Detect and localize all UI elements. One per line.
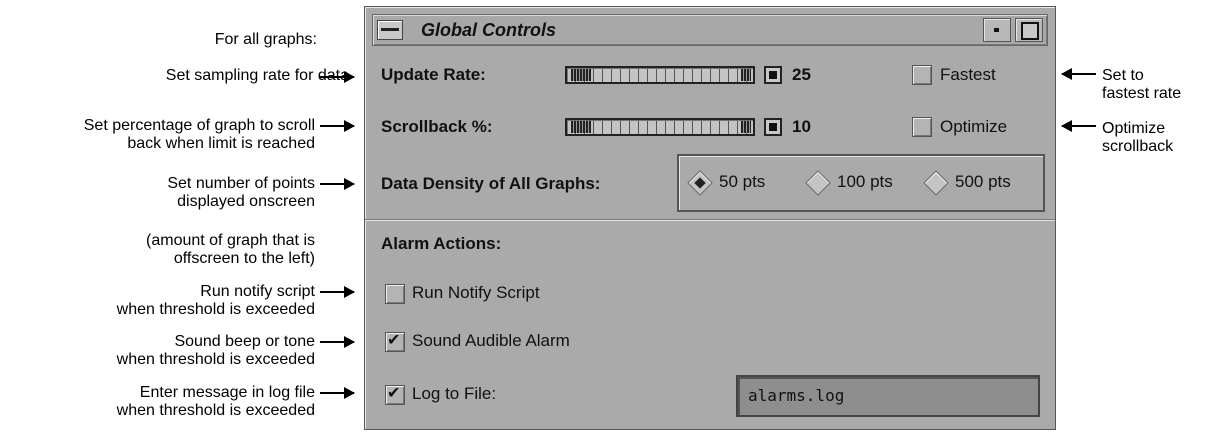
update-rate-label: Update Rate: bbox=[381, 65, 486, 84]
callout-run-notify: Run notify script when threshold is exce… bbox=[116, 283, 315, 318]
run-notify-label[interactable]: Run Notify Script bbox=[412, 283, 540, 303]
density-option-50[interactable]: 50 pts bbox=[719, 172, 765, 192]
log-to-file-label[interactable]: Log to File: bbox=[412, 384, 496, 404]
sound-alarm-label[interactable]: Sound Audible Alarm bbox=[412, 331, 570, 351]
callout-scrollback: Set percentage of graph to scroll back w… bbox=[83, 117, 315, 152]
update-rate-slider[interactable] bbox=[565, 66, 755, 84]
callout-log-file: Enter message in log file when threshold… bbox=[116, 384, 315, 419]
callout-offscreen-note: (amount of graph that is offscreen to th… bbox=[146, 232, 315, 267]
maximize-icon[interactable] bbox=[1015, 18, 1043, 42]
optimize-checkbox[interactable] bbox=[912, 117, 932, 137]
alarm-actions-header: Alarm Actions: bbox=[381, 234, 502, 253]
window-menu-icon[interactable] bbox=[377, 20, 403, 40]
title-bar[interactable]: Global Controls bbox=[372, 14, 1048, 46]
scrollback-label: Scrollback %: bbox=[381, 117, 493, 136]
arrow-data-density bbox=[320, 178, 355, 190]
sound-alarm-checkbox[interactable] bbox=[385, 330, 405, 352]
minimize-icon[interactable] bbox=[983, 18, 1011, 42]
density-option-100[interactable]: 100 pts bbox=[837, 172, 893, 192]
callout-fastest: Set to fastest rate bbox=[1102, 67, 1182, 102]
fastest-label[interactable]: Fastest bbox=[940, 65, 996, 85]
section-divider bbox=[365, 219, 1055, 221]
scrollback-slider[interactable] bbox=[565, 118, 755, 136]
log-filename-field-frame bbox=[736, 375, 1040, 417]
arrow-sound-alarm bbox=[320, 336, 355, 348]
scrollback-slider-thumb[interactable] bbox=[571, 121, 591, 133]
log-filename-input[interactable] bbox=[748, 385, 1028, 405]
density-option-500[interactable]: 500 pts bbox=[955, 172, 1011, 192]
scrollback-spin-button[interactable] bbox=[764, 118, 782, 136]
update-rate-value: 25 bbox=[792, 65, 811, 84]
run-notify-checkbox[interactable] bbox=[385, 284, 405, 304]
arrow-run-notify bbox=[320, 286, 355, 298]
arrow-scrollback bbox=[320, 120, 355, 132]
data-density-label: Data Density of All Graphs: bbox=[381, 174, 601, 193]
fastest-checkbox[interactable] bbox=[912, 65, 932, 85]
scrollback-value: 10 bbox=[792, 117, 811, 136]
optimize-label[interactable]: Optimize bbox=[940, 117, 1007, 137]
callout-optimize: Optimize scrollback bbox=[1102, 120, 1174, 155]
log-to-file-checkbox[interactable] bbox=[385, 383, 405, 405]
update-rate-spin-button[interactable] bbox=[764, 66, 782, 84]
callout-sound-alarm: Sound beep or tone when threshold is exc… bbox=[116, 333, 315, 368]
density-100-radio-icon[interactable] bbox=[805, 170, 831, 196]
arrow-log-file bbox=[320, 387, 355, 399]
update-rate-slider-thumb[interactable] bbox=[571, 69, 591, 81]
window-title: Global Controls bbox=[421, 20, 556, 40]
density-500-radio-icon[interactable] bbox=[923, 170, 949, 196]
data-density-radio-group: 50 pts 100 pts 500 pts bbox=[677, 154, 1045, 212]
callout-data-density: Set number of points displayed onscreen bbox=[167, 175, 315, 210]
global-controls-window: Global Controls Update Rate: 25 Fastest … bbox=[364, 6, 1056, 430]
arrow-fastest bbox=[1061, 68, 1096, 80]
arrow-optimize bbox=[1061, 120, 1096, 132]
callout-for-all-graphs: For all graphs: bbox=[214, 31, 317, 48]
density-50-radio-icon[interactable] bbox=[687, 170, 713, 196]
arrow-sampling-rate bbox=[320, 71, 355, 83]
